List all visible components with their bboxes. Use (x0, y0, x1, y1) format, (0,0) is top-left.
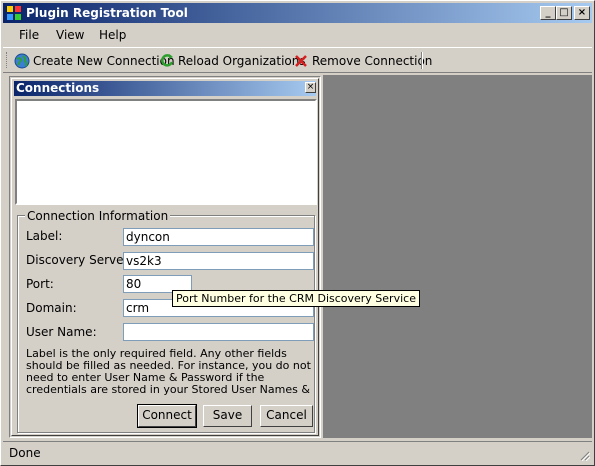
username-label: User Name: (26, 325, 97, 339)
connections-list[interactable] (15, 99, 317, 205)
label-field-label: Label: (26, 229, 63, 243)
connections-panel-title[interactable]: Connections (14, 81, 316, 96)
workspace-area (323, 75, 592, 438)
discovery-server-label: Discovery Server: (26, 253, 133, 267)
username-input[interactable] (123, 323, 314, 341)
red-x-icon (295, 54, 307, 67)
remove-connection-label: Remove Connection (312, 53, 433, 68)
save-button[interactable]: Save (203, 405, 252, 427)
status-bar: Done (3, 441, 592, 463)
port-tooltip: Port Number for the CRM Discovery Servic… (172, 290, 420, 307)
label-input[interactable]: dyncon (123, 228, 314, 246)
toolbar: Create New Connection Reload Organizatio… (3, 47, 592, 73)
window-title: Plugin Registration Tool (26, 6, 188, 20)
connection-info-group: Connection Information Label: dyncon Dis… (17, 209, 315, 433)
toolbar-separator (421, 52, 423, 69)
cancel-button[interactable]: Cancel (260, 405, 313, 427)
connections-panel: Connections × Connection Information Lab… (9, 76, 321, 438)
create-connection-label: Create New Connection (33, 53, 175, 68)
connection-info-title: Connection Information (25, 209, 171, 223)
port-label: Port: (26, 277, 54, 291)
close-button[interactable]: × (574, 6, 590, 20)
maximize-button[interactable]: □ (556, 6, 572, 20)
title-bar[interactable]: Plugin Registration Tool _ □ × (3, 3, 592, 23)
refresh-icon (161, 53, 174, 67)
connections-panel-frame: Connections × Connection Information Lab… (11, 78, 319, 436)
panel-close-button[interactable]: × (305, 82, 316, 93)
globe-icon (14, 53, 30, 68)
menu-bar: File View Help (3, 25, 592, 45)
connect-button[interactable]: Connect (137, 404, 197, 428)
menu-view[interactable]: View (56, 28, 84, 42)
help-text: Label is the only required field. Any ot… (26, 348, 311, 396)
reload-organizations-button[interactable]: Reload Organizations (159, 51, 306, 70)
create-connection-button[interactable]: Create New Connection (14, 51, 175, 70)
menu-file[interactable]: File (19, 28, 39, 42)
reload-organizations-label: Reload Organizations (178, 53, 306, 68)
status-text: Done (9, 446, 41, 460)
domain-label: Domain: (26, 301, 77, 315)
toolbar-grip[interactable] (6, 52, 9, 68)
resize-grip-icon[interactable] (578, 449, 590, 461)
main-window: Plugin Registration Tool _ □ × File View… (0, 0, 595, 466)
app-icon (7, 6, 21, 20)
remove-connection-button[interactable]: Remove Connection (293, 51, 432, 70)
discovery-server-input[interactable]: vs2k3 (123, 252, 314, 270)
minimize-button[interactable]: _ (540, 6, 556, 20)
menu-help[interactable]: Help (99, 28, 126, 42)
